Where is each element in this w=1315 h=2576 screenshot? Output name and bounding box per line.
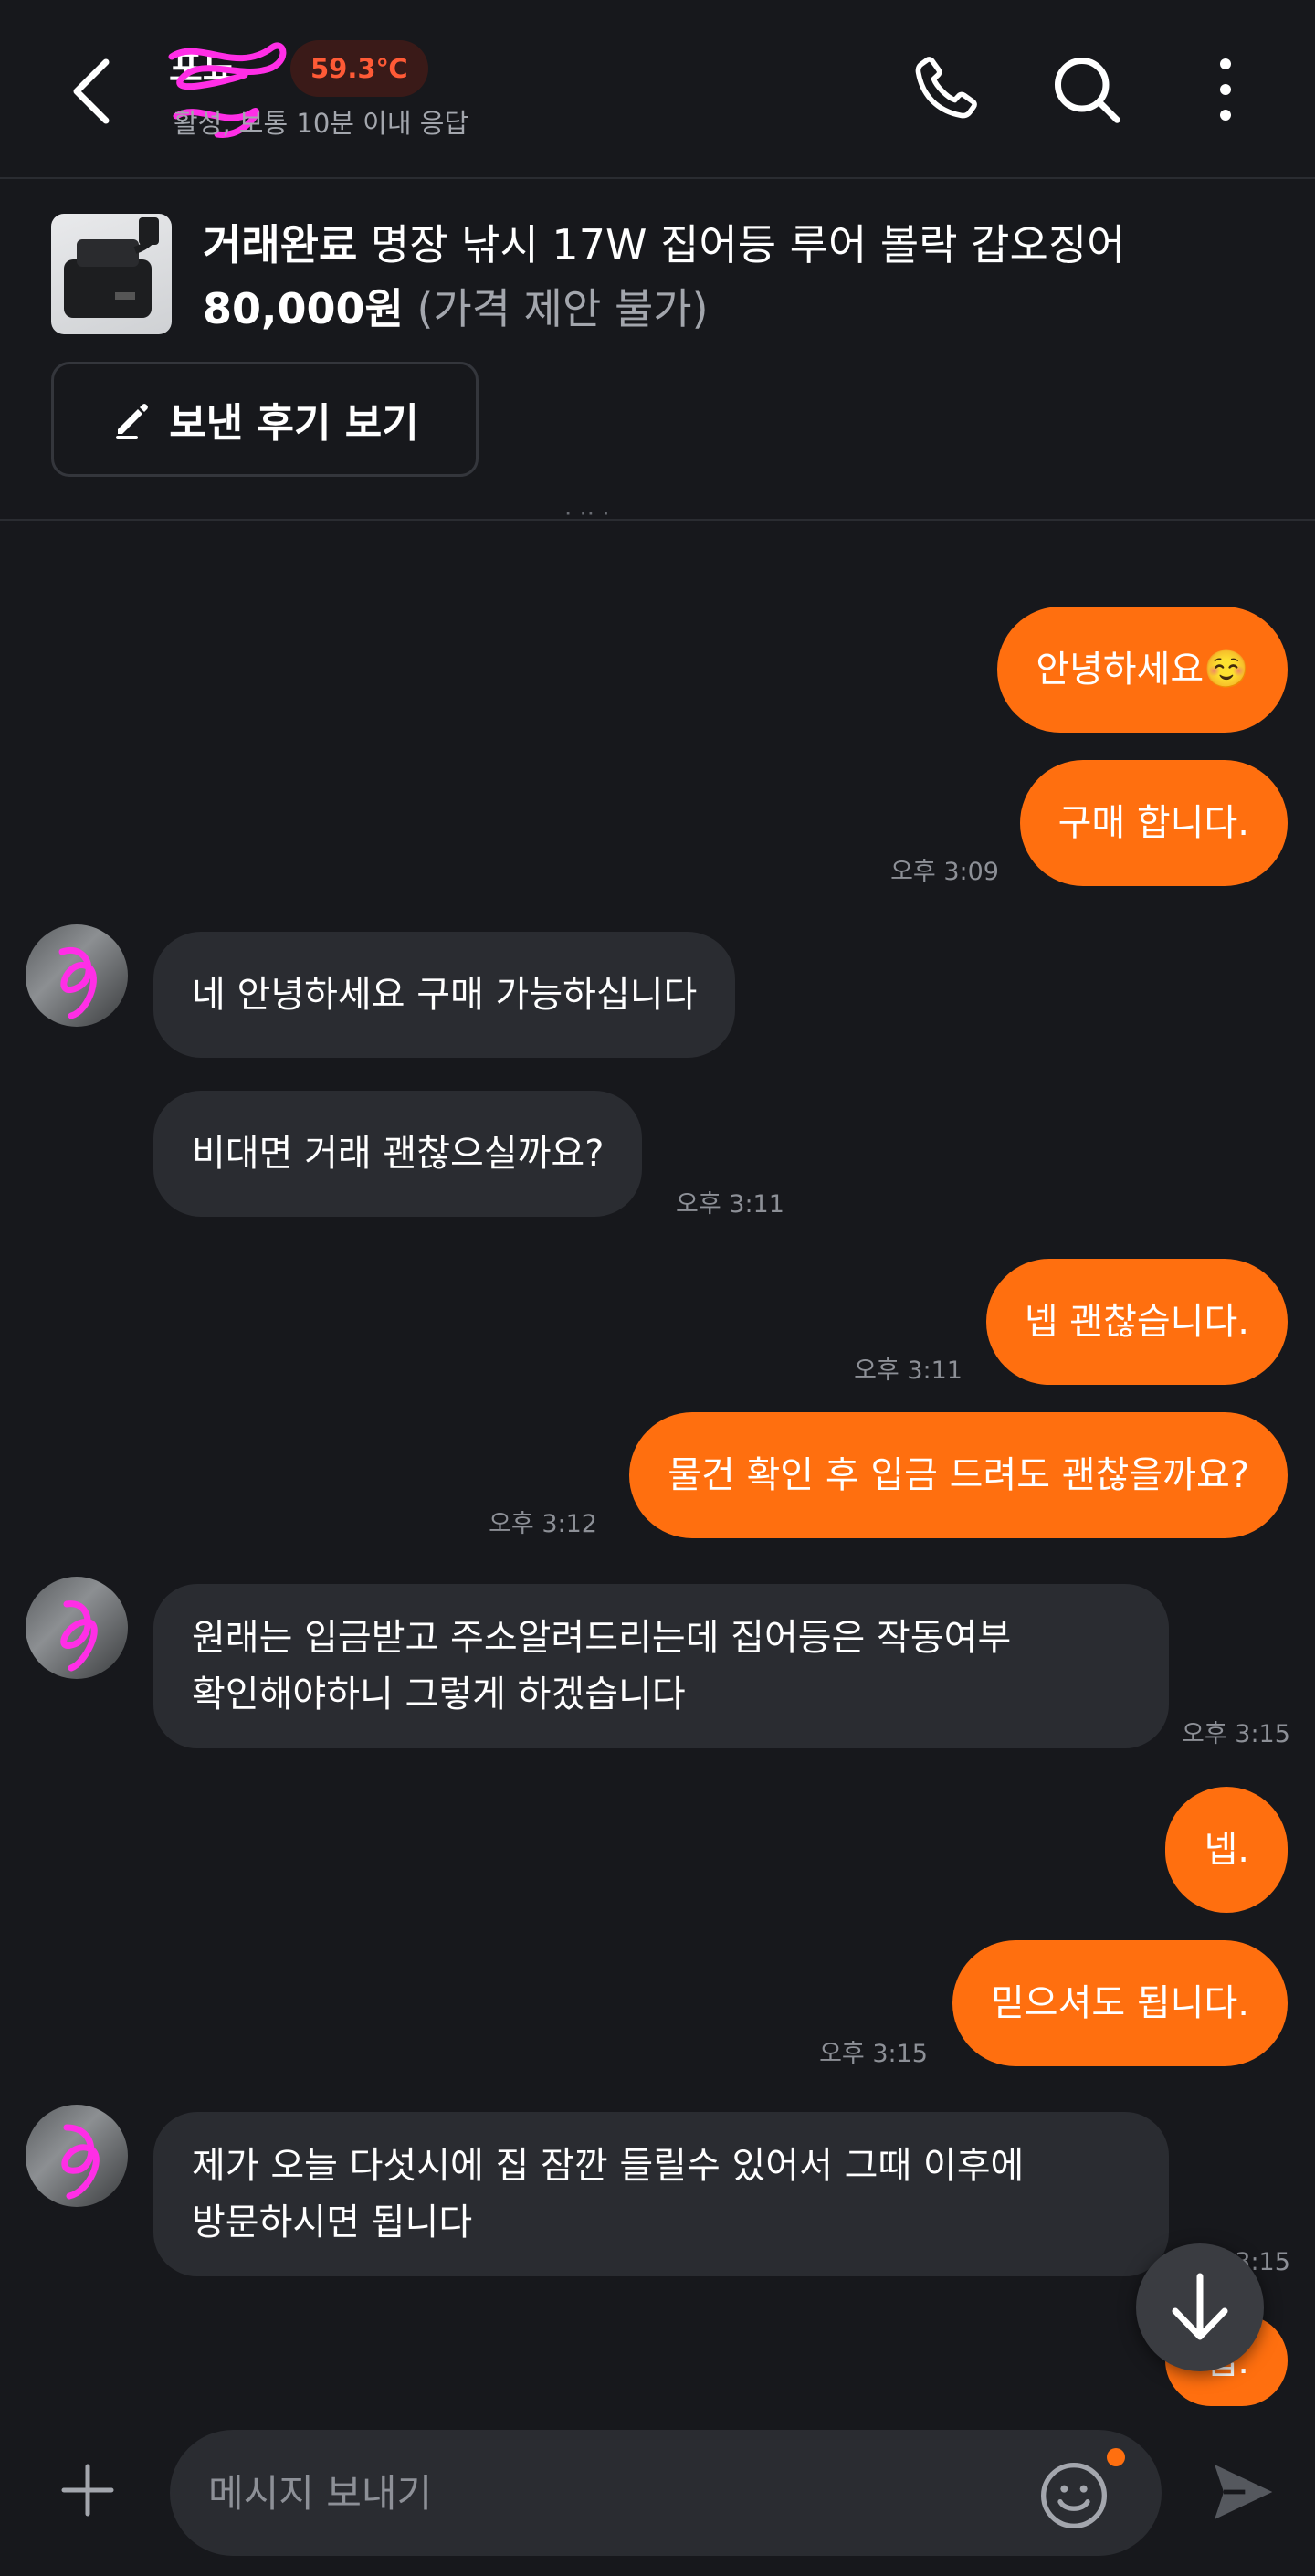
incoming-message[interactable]: 네 안녕하세요 구매 가능하십니다 — [153, 932, 736, 1058]
product-price-line: 80,000원 (가격 제안 불가) — [203, 276, 709, 336]
message-text-line: 확인해야하니 그렇게 하겠습니다 — [192, 1673, 686, 1716]
outgoing-message[interactable]: 안녕하세요☺️ — [997, 607, 1288, 733]
emoji-smile-icon — [1041, 2463, 1107, 2528]
send-icon — [1215, 2465, 1273, 2519]
back-arrow-icon — [73, 58, 110, 124]
incoming-message[interactable]: 원래는 입금받고 주소알려드리는데 집어등은 작동여부 확인해야하니 그렇게 하… — [153, 1584, 1169, 1748]
outgoing-message[interactable]: 구매 합니다. — [1019, 760, 1288, 886]
product-title: 명장 낚시 17W 집어등 루어 볼락 갑오징어 — [370, 220, 1126, 269]
plus-icon — [61, 2464, 114, 2517]
outgoing-message[interactable]: 넵. — [1165, 1787, 1288, 1913]
scroll-to-bottom-button[interactable] — [1136, 2243, 1264, 2371]
attach-button[interactable] — [44, 2446, 132, 2534]
date-divider-fragment: · ·· · — [564, 501, 610, 528]
product-price: 80,000원 — [203, 284, 404, 333]
search-button[interactable] — [1041, 44, 1132, 135]
outgoing-message[interactable]: 믿으셔도 됩니다. — [952, 1940, 1288, 2066]
view-sent-review-button[interactable]: 보낸 후기 보기 — [51, 362, 479, 477]
more-vertical-icon — [1220, 58, 1231, 121]
avatar[interactable] — [26, 924, 128, 1027]
message-input[interactable] — [208, 2461, 994, 2525]
product-image-icon — [64, 217, 159, 318]
message-text: 네 안녕하세요 구매 가능하십니다 — [192, 974, 698, 1016]
message-text: 물건 확인 후 입금 드려도 괜찮을까요? — [668, 1454, 1249, 1496]
view-sent-review-label: 보낸 후기 보기 — [169, 400, 419, 447]
message-text: 믿으셔도 됩니다. — [990, 1982, 1249, 2024]
message-time: 오후 3:12 — [489, 1510, 597, 1538]
trade-status: 거래완료 — [203, 220, 358, 269]
search-icon — [1055, 58, 1120, 123]
call-button[interactable] — [899, 44, 990, 135]
message-text-line: 방문하시면 됩니다 — [192, 2201, 473, 2243]
message-text: 넵. — [1204, 1829, 1249, 1871]
message-text: 구매 합니다. — [1057, 802, 1249, 844]
message-text: 넵 괜찮습니다. — [1024, 1301, 1249, 1343]
message-time: 오후 3:15 — [819, 2040, 928, 2068]
outgoing-message[interactable]: 넵 괜찮습니다. — [985, 1259, 1288, 1385]
message-text-line: 원래는 입금받고 주소알려드리는데 집어등은 작동여부 — [192, 1617, 1012, 1659]
message-time: 오후 3:11 — [854, 1357, 963, 1385]
message-input-wrap — [170, 2430, 1162, 2556]
message-text-line: 제가 오늘 다섯시에 집 잠깐 들릴수 있어서 그때 이후에 — [192, 2145, 1025, 2187]
pencil-icon — [116, 404, 149, 439]
product-title-line[interactable]: 거래완료 명장 낚시 17W 집어등 루어 볼락 갑오징어 — [203, 212, 1125, 272]
emoji-notification-dot — [1107, 2448, 1125, 2466]
outgoing-message[interactable]: 물건 확인 후 입금 드려도 괜찮을까요? — [629, 1412, 1288, 1538]
price-negotiation-note: (가격 제안 불가) — [416, 284, 709, 333]
avatar[interactable] — [26, 2105, 128, 2207]
message-time: 오후 3:11 — [676, 1190, 784, 1219]
emoji-button[interactable] — [1030, 2452, 1118, 2539]
manner-temperature-badge: 59.3℃ — [290, 40, 428, 97]
back-button[interactable] — [55, 46, 128, 137]
avatar[interactable] — [26, 1577, 128, 1679]
avatar-scribble — [60, 1600, 98, 1672]
send-button[interactable] — [1196, 2446, 1288, 2538]
message-time: 오후 3:15 — [1182, 1720, 1290, 1748]
product-thumbnail[interactable] — [51, 214, 172, 334]
message-time: 오후 3:09 — [890, 858, 999, 886]
more-options-button[interactable] — [1180, 44, 1271, 135]
arrow-down-icon — [1172, 2273, 1228, 2340]
response-status: 활성, 보통 10분 이내 응답 — [174, 108, 469, 139]
message-text: 안녕하세요☺️ — [1036, 649, 1249, 691]
avatar-scribble — [58, 946, 97, 1019]
phone-icon — [915, 57, 977, 119]
message-text: 비대면 거래 괜찮으실까요? — [192, 1133, 605, 1175]
avatar-scribble — [61, 2124, 100, 2200]
incoming-message[interactable]: 비대면 거래 괜찮으실까요? — [153, 1091, 643, 1217]
incoming-message[interactable]: 제가 오늘 다섯시에 집 잠깐 들릴수 있어서 그때 이후에 방문하시면 됩니다 — [153, 2112, 1169, 2276]
